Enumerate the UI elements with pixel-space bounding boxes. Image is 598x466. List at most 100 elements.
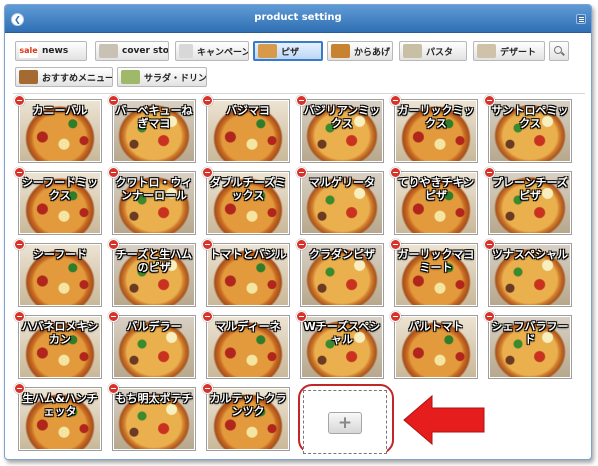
pasta-thumb-icon xyxy=(403,44,422,58)
product-tile[interactable]: ガーリックマヨミート xyxy=(390,239,478,307)
product-name: シーフードミックス xyxy=(21,176,99,202)
product-tile[interactable]: バジマヨ xyxy=(202,95,290,163)
product-name: マルゲリータ xyxy=(309,176,375,189)
delete-icon[interactable] xyxy=(202,383,213,394)
delete-icon[interactable] xyxy=(108,95,119,106)
delete-icon[interactable] xyxy=(296,239,307,250)
tab-cover-story[interactable]: cover story xyxy=(95,41,169,61)
add-product-tile[interactable]: + xyxy=(303,390,387,454)
product-name: クラダンピザ xyxy=(309,248,375,261)
recommended-thumb-icon xyxy=(19,70,38,84)
delete-icon[interactable] xyxy=(202,239,213,250)
delete-icon[interactable] xyxy=(390,311,401,322)
delete-icon[interactable] xyxy=(202,311,213,322)
tab-karaage[interactable]: からあげ xyxy=(327,41,393,61)
product-tile[interactable]: プレーンチーズピザ xyxy=(484,167,572,235)
product-tile[interactable]: マルディーネ xyxy=(202,311,290,379)
product-tile[interactable]: ダブルチーズミックス xyxy=(202,167,290,235)
tab-news[interactable]: sale news xyxy=(15,41,87,61)
delete-icon[interactable] xyxy=(484,95,495,106)
product-tile[interactable]: マルゲリータ xyxy=(296,167,384,235)
delete-icon[interactable] xyxy=(390,167,401,178)
product-tile[interactable]: Wチーズスペシャル xyxy=(296,311,384,379)
tab-campaign[interactable]: キャンペーン xyxy=(175,41,249,61)
product-tile[interactable]: パルトマト xyxy=(390,311,478,379)
product-name: バジマヨ xyxy=(226,104,270,117)
window-title: product setting xyxy=(254,12,342,23)
product-name: 生ハム&ハンチェッタ xyxy=(22,392,98,418)
tab-dessert[interactable]: デザート xyxy=(473,41,545,61)
tab-recommended-menu[interactable]: おすすめメニュー xyxy=(15,67,113,87)
product-name: てりやきチキンピザ xyxy=(397,176,475,202)
delete-icon[interactable] xyxy=(484,167,495,178)
product-tile[interactable]: ハバネロメキシカン xyxy=(14,311,102,379)
product-name: カルテットクランツク xyxy=(209,392,287,418)
product-name: ハバネロメキシカン xyxy=(21,320,99,346)
delete-icon[interactable] xyxy=(484,311,495,322)
product-name: パルトマト xyxy=(408,320,464,333)
product-tile[interactable]: てりやきチキンピザ xyxy=(390,167,478,235)
product-tile[interactable]: 生ハム&ハンチェッタ xyxy=(14,383,102,451)
delete-icon[interactable] xyxy=(14,239,25,250)
product-name: シーフード xyxy=(32,248,88,261)
add-product-button[interactable]: + xyxy=(328,412,362,434)
delete-icon[interactable] xyxy=(296,167,307,178)
delete-icon[interactable] xyxy=(108,311,119,322)
product-tile[interactable]: バジリアンミックス xyxy=(296,95,384,163)
category-tabs: sale news cover story キャンペーン ピザ からあげ パスタ… xyxy=(15,41,585,91)
product-tile[interactable]: クワトロ・ウィンナーロール xyxy=(108,167,196,235)
product-name: バーベキューねぎマヨ xyxy=(115,104,193,130)
delete-icon[interactable] xyxy=(108,167,119,178)
product-name: マルディーネ xyxy=(215,320,281,333)
tab-pasta[interactable]: パスタ xyxy=(399,41,467,61)
delete-icon[interactable] xyxy=(296,311,307,322)
product-name: ガーリックミックス xyxy=(397,104,475,130)
product-tile[interactable]: シーフードミックス xyxy=(14,167,102,235)
product-tile[interactable]: クラダンピザ xyxy=(296,239,384,307)
product-name: バジリアンミックス xyxy=(303,104,381,130)
delete-icon[interactable] xyxy=(108,239,119,250)
delete-icon[interactable] xyxy=(296,95,307,106)
search-icon xyxy=(553,45,565,57)
product-name: カニーバル xyxy=(32,104,88,117)
product-tile[interactable]: トマトとバジル xyxy=(202,239,290,307)
product-tile[interactable]: バーベキューねぎマヨ xyxy=(108,95,196,163)
delete-icon[interactable] xyxy=(202,167,213,178)
product-tile[interactable]: カルテットクランツク xyxy=(202,383,290,451)
product-name: シェフバラフード xyxy=(491,320,569,346)
product-tile[interactable]: ガーリックミックス xyxy=(390,95,478,163)
product-tile[interactable]: カニーバル xyxy=(14,95,102,163)
cover-story-thumb-icon xyxy=(99,44,118,58)
delete-icon[interactable] xyxy=(108,383,119,394)
sale-badge-icon: sale xyxy=(19,44,38,58)
product-tile[interactable]: シェフバラフード xyxy=(484,311,572,379)
tab-pizza[interactable]: ピザ xyxy=(253,41,323,61)
menu-button[interactable] xyxy=(576,14,586,24)
delete-icon[interactable] xyxy=(390,95,401,106)
delete-icon[interactable] xyxy=(390,239,401,250)
product-name: クワトロ・ウィンナーロール xyxy=(115,176,193,202)
product-name: サントロペミックス xyxy=(491,104,569,130)
delete-icon[interactable] xyxy=(202,95,213,106)
title-bar: ❮ product setting xyxy=(5,5,591,33)
product-tile[interactable]: ツナスペシャル xyxy=(484,239,572,307)
product-name: ツナスペシャル xyxy=(491,248,569,261)
product-tile[interactable]: シーフード xyxy=(14,239,102,307)
search-button[interactable] xyxy=(549,41,569,61)
product-name: プレーンチーズピザ xyxy=(492,176,568,202)
delete-icon[interactable] xyxy=(14,167,25,178)
product-name: Wチーズスペシャル xyxy=(303,320,381,346)
delete-icon[interactable] xyxy=(14,383,25,394)
tab-salad-drink[interactable]: サラダ・ドリンク xyxy=(117,67,207,87)
product-tile[interactable]: バルデラー xyxy=(108,311,196,379)
product-tile[interactable]: サントロペミックス xyxy=(484,95,572,163)
pizza-thumb-icon xyxy=(258,44,277,58)
delete-icon[interactable] xyxy=(14,311,25,322)
delete-icon[interactable] xyxy=(484,239,495,250)
product-tile[interactable]: もち明太ポテチ xyxy=(108,383,196,451)
product-name: もち明太ポテチ xyxy=(115,392,193,405)
product-tile[interactable]: チーズと生ハムのピザ xyxy=(108,239,196,307)
delete-icon[interactable] xyxy=(14,95,25,106)
product-name: チーズと生ハムのピザ xyxy=(115,248,193,274)
product-name: トマトとバジル xyxy=(209,248,287,261)
